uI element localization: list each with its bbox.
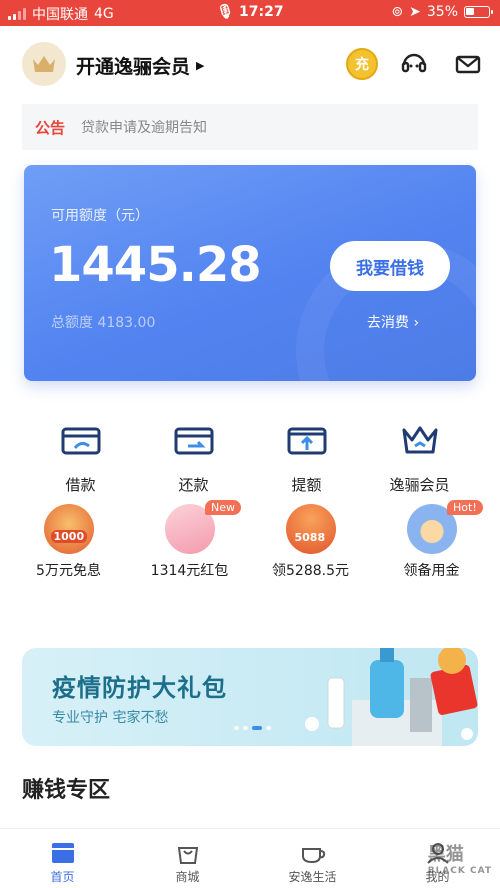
coffee-cup-icon <box>301 848 325 864</box>
watermark-logo: 黑猫 BLACK CAT <box>428 840 492 876</box>
total-limit-amount: 4183.00 <box>97 315 156 331</box>
tab-label: 安逸生活 <box>288 870 337 884</box>
hot-tag: Hot! <box>447 500 483 515</box>
watermark-text: 黑猫 <box>427 844 464 865</box>
tab-life[interactable]: 安逸生活 <box>250 829 375 888</box>
action-membership[interactable]: 逸骊会员 <box>363 420 476 495</box>
recharge-coin-icon[interactable]: 充 <box>346 48 378 80</box>
total-limit: 总额度 4183.00 <box>51 312 155 332</box>
carousel-dot <box>234 726 239 730</box>
promo-red-packet[interactable]: New 1314元红包 <box>129 500 250 584</box>
member-title: 开通逸骊会员 <box>76 56 191 78</box>
announcement-bar[interactable]: 公告 贷款申请及逾期告知 <box>22 104 478 150</box>
banner-subtitle: 专业守护 宅家不愁 <box>52 710 169 726</box>
promo-badge-text: 5088 <box>294 531 326 544</box>
crown-icon <box>402 426 437 454</box>
carousel-indicator <box>234 726 271 730</box>
action-repay[interactable]: 还款 <box>137 420 250 495</box>
promo-interest-free[interactable]: 1000 5万元免息 <box>8 504 129 584</box>
red-envelope-icon: 5088 <box>285 504 336 554</box>
section-title: 赚钱专区 <box>22 778 111 803</box>
action-label: 还款 <box>178 476 209 494</box>
quick-actions: 借款 还款 提额 逸骊会员 <box>24 420 476 495</box>
available-limit-amount: 1445.28 <box>49 237 262 293</box>
lock-rotation-icon: ⊚ <box>391 4 404 20</box>
promo-label: 5万元免息 <box>36 563 101 579</box>
new-tag: New <box>205 500 241 515</box>
action-raise-limit[interactable]: 提额 <box>250 420 363 495</box>
triangle-right-icon: ▶ <box>196 59 205 72</box>
action-borrow[interactable]: 借款 <box>24 420 137 495</box>
shopping-bag-icon <box>177 847 198 864</box>
microphone-icon: 🎙 <box>216 4 235 20</box>
mail-icon[interactable] <box>454 50 482 78</box>
promo-badge-text: 1000 <box>50 530 88 543</box>
tab-mall[interactable]: 商城 <box>125 829 250 888</box>
wallet-icon <box>61 427 100 455</box>
action-label: 逸骊会员 <box>389 476 450 494</box>
promo-label: 领5288.5元 <box>272 563 349 579</box>
member-avatar[interactable] <box>22 42 66 86</box>
status-bar: 中国联通 4G 🎙 17:27 ⊚ ➤ 35% <box>0 0 500 26</box>
home-icon <box>51 843 74 863</box>
promo-claim-cash[interactable]: 5088 领5288.5元 <box>250 504 371 584</box>
carousel-dot <box>266 726 271 730</box>
total-limit-label: 总额度 <box>51 315 93 331</box>
borrow-money-button[interactable]: 我要借钱 <box>330 241 450 291</box>
watermark-subtext: BLACK CAT <box>427 866 492 876</box>
crown-icon <box>33 56 55 72</box>
carousel-dot-active <box>252 726 262 730</box>
carousel-dot <box>243 726 248 730</box>
promo-row: 1000 5万元免息 New 1314元红包 5088 领5288.5元 Hot… <box>8 500 492 584</box>
promo-reserve-fund[interactable]: Hot! 领备用金 <box>371 500 492 584</box>
app-header: 开通逸骊会员 ▶ 充 <box>0 26 500 104</box>
action-label: 借款 <box>65 476 96 494</box>
bottom-tab-bar: 首页 商城 安逸生活 我的 <box>0 828 500 888</box>
tab-home[interactable]: 首页 <box>0 829 125 888</box>
customer-service-icon[interactable] <box>400 50 428 78</box>
promo-label: 1314元红包 <box>150 563 229 579</box>
raise-limit-icon <box>287 427 326 455</box>
battery-percent: 35% <box>426 4 458 20</box>
repay-card-icon <box>174 427 213 455</box>
promo-banner[interactable]: 疫情防护大礼包 专业守护 宅家不愁 <box>22 648 478 746</box>
go-consume-link[interactable]: 去消费 › <box>367 312 419 332</box>
tab-label: 商城 <box>175 870 200 884</box>
coin-label: 充 <box>355 57 369 73</box>
tab-label: 首页 <box>50 870 75 884</box>
banner-title: 疫情防护大礼包 <box>52 674 227 702</box>
announcement-text: 贷款申请及逾期告知 <box>81 120 208 136</box>
battery-icon <box>464 6 493 18</box>
sanitizer-products-illustration <box>305 648 478 746</box>
available-limit-label: 可用额度（元） <box>51 208 149 224</box>
member-entry[interactable]: 开通逸骊会员 ▶ <box>76 52 204 79</box>
credit-limit-card: 可用额度（元） 1445.28 总额度 4183.00 我要借钱 去消费 › <box>24 165 476 381</box>
announcement-tag: 公告 <box>35 118 66 137</box>
promo-label: 领备用金 <box>403 563 460 579</box>
status-time: 17:27 <box>239 4 284 20</box>
money-bag-icon: 1000 <box>43 504 94 554</box>
action-label: 提额 <box>291 476 322 494</box>
location-icon: ➤ <box>409 4 421 20</box>
